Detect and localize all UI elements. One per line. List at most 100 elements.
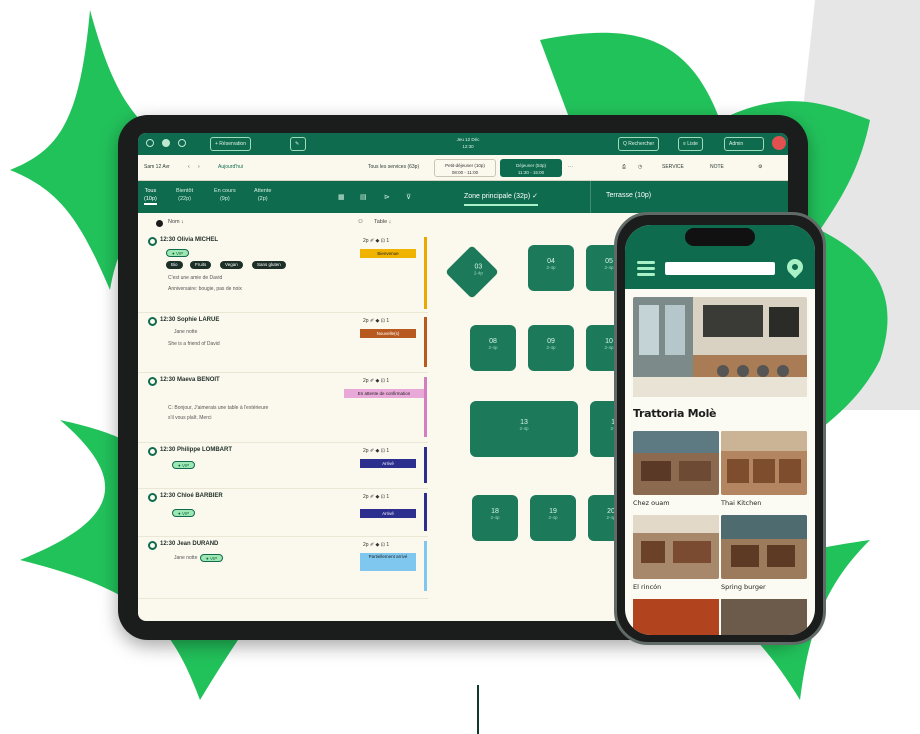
service-button[interactable]: SERVICE <box>662 164 684 170</box>
clock-icon <box>148 377 157 386</box>
tab-ongoing-label: En cours <box>214 188 236 194</box>
new-reservation-button[interactable]: + Réservation <box>210 137 251 151</box>
restaurant-hero-photo[interactable] <box>633 297 807 397</box>
date-selector[interactable]: Sam 12 Avr <box>144 164 170 170</box>
back-icon[interactable] <box>146 139 154 147</box>
reservation-covers: 2p ✐ ◆ ⊡ 1 <box>363 542 390 548</box>
restaurant-card-name[interactable]: Spring burger <box>721 583 766 591</box>
table-capacity: 2-4p <box>548 515 558 520</box>
tag-pill: Bio <box>166 261 183 269</box>
current-datetime: Jeu 12 Déc 12:30 <box>438 136 498 150</box>
reservation-covers: 2p ✐ ◆ ⊡ 1 <box>363 318 390 324</box>
settings-icon[interactable] <box>178 139 186 147</box>
status-badge[interactable]: Arrivé <box>360 509 416 518</box>
list-header: Nom ↓ ⚇ Table ↓ <box>138 213 428 233</box>
vip-pill: ● VIP <box>200 554 224 562</box>
location-pin-icon[interactable] <box>783 255 807 279</box>
reservation-time-name: 12:30 Philippe LOMBART <box>160 447 233 453</box>
user-menu[interactable]: Admin <box>724 137 764 151</box>
table-number: 19 <box>549 508 557 515</box>
home-icon[interactable] <box>162 139 170 147</box>
table-19[interactable]: 19 2-4p <box>530 495 576 541</box>
status-badge[interactable]: Bienvenue <box>360 249 416 258</box>
table-18[interactable]: 18 2-4p <box>472 495 518 541</box>
table-08[interactable]: 08 2-4p <box>470 325 516 371</box>
status-bar <box>424 317 427 367</box>
tab-waiting[interactable]: Attente (2p) <box>254 187 271 203</box>
table-03[interactable]: 03 2-4p <box>445 245 499 299</box>
next-day-icon[interactable]: › <box>198 164 200 170</box>
service-lunch-label: Déjeuner (53p) <box>515 163 547 168</box>
restaurant-card-photo[interactable] <box>633 515 719 579</box>
restaurant-card-photo[interactable] <box>721 599 807 635</box>
search-input[interactable] <box>665 262 775 275</box>
restaurant-card-photo[interactable] <box>721 431 807 495</box>
filter-icon[interactable]: ⊽ <box>406 193 411 201</box>
edit-icon[interactable]: ✎ <box>290 137 306 151</box>
sort-name[interactable]: Nom ↓ <box>168 219 184 225</box>
filter-tabs: Tous (10p) Bientôt (22p) En cours (9p) Atte… <box>138 181 788 213</box>
reservation-row[interactable]: 12:30 Sophie LARUE 2p ✐ ◆ ⊡ 1 Nouvelle(s… <box>138 315 428 373</box>
waitlist-icon[interactable]: ⊳ <box>384 193 390 201</box>
table-capacity: 2-4p <box>546 345 556 350</box>
reservation-row[interactable]: 12:30 Maeva BENOIT 2p ✐ ◆ ⊡ 1 En attente… <box>138 375 428 443</box>
table-09[interactable]: 09 2-4p <box>528 325 574 371</box>
tab-soon-label: Bientôt <box>176 188 194 194</box>
service-toolbar: Sam 12 Avr ‹ › Aujourd'hui Tous les serv… <box>138 155 788 181</box>
sort-table[interactable]: Table ↓ <box>374 219 391 225</box>
restaurant-card-photo[interactable] <box>633 431 719 495</box>
status-bar <box>424 237 427 309</box>
tab-waiting-label: Attente <box>254 188 272 194</box>
vip-pill: ● VIP <box>172 509 196 517</box>
reservation-note: Anniversaire: bougie, pas de noix <box>168 286 242 292</box>
list-button[interactable]: ≡ Liste <box>678 137 703 151</box>
zone-main-tab[interactable]: Zone principale (32p) ✓ <box>464 192 538 206</box>
grid-view-icon[interactable]: ▦ <box>338 193 345 201</box>
zone-terrace-tab[interactable]: Terrasse (10p) <box>606 192 651 199</box>
table-capacity: 2-4p <box>488 345 498 350</box>
today-link[interactable]: Aujourd'hui <box>218 164 243 170</box>
restaurant-title: Trattoria Molè <box>633 407 717 420</box>
service-breakfast[interactable]: Petit-déjeuner (10p) 08:00 - 11:00 <box>434 159 496 177</box>
tab-ongoing[interactable]: En cours (9p) <box>214 187 236 203</box>
status-dot-icon <box>156 220 163 227</box>
search-button[interactable]: Q Rechercher <box>618 137 660 151</box>
reservation-covers: 2p ✐ ◆ ⊡ 1 <box>363 378 390 384</box>
restaurant-card-name[interactable]: Chez ouam <box>633 499 670 507</box>
tag-pill: Sans gluten <box>252 261 286 269</box>
restaurant-card-photo[interactable] <box>633 599 719 635</box>
restaurant-card-name[interactable]: Thai Kitchen <box>721 499 761 507</box>
restaurant-card-photo[interactable] <box>721 515 807 579</box>
reservation-row[interactable]: 12:30 Jean DURAND 2p ✐ ◆ ⊡ 1 Partielleme… <box>138 539 428 599</box>
table-number: 18 <box>491 508 499 515</box>
more-icon[interactable]: ⋯ <box>568 164 573 170</box>
reservation-row[interactable]: 12:30 Chloé BARBIER 2p ✐ ◆ ⊡ 1 Arrivé ● … <box>138 491 428 537</box>
all-services-filter[interactable]: Tous les services (63p) <box>368 164 419 170</box>
clock-icon <box>148 317 157 326</box>
prev-day-icon[interactable]: ‹ <box>188 164 190 170</box>
tab-soon[interactable]: Bientôt (22p) <box>176 187 193 203</box>
status-badge[interactable]: Arrivé <box>360 459 416 468</box>
note-button[interactable]: NOTE <box>710 164 724 170</box>
tab-all[interactable]: Tous (10p) <box>144 187 157 205</box>
calendar-icon[interactable]: ▤ <box>360 193 367 201</box>
status-bar <box>424 493 427 531</box>
table-13[interactable]: 13 2-4p <box>470 401 578 457</box>
reservation-row[interactable]: 12:30 Philippe LOMBART 2p ✐ ◆ ⊡ 1 Arrivé… <box>138 445 428 489</box>
hamburger-menu-icon[interactable] <box>637 261 655 276</box>
status-badge[interactable]: Nouvelle(s) <box>360 329 416 338</box>
service-lunch[interactable]: Déjeuner (53p) 11:30 - 15:00 <box>500 159 562 177</box>
person-icon: ⚇ <box>358 219 363 225</box>
avatar[interactable] <box>772 136 786 150</box>
tab-soon-count: (22p) <box>178 196 191 202</box>
reservation-row[interactable]: 12:30 Olivia MICHEL 2p ✐ ◆ ⊡ 1 Bienvenue… <box>138 235 428 313</box>
status-badge[interactable]: Partiellement arrivé <box>360 553 416 571</box>
gear-icon[interactable]: ⚙ <box>758 164 762 170</box>
restaurant-card-name[interactable]: El rincón <box>633 583 661 591</box>
clock-icon[interactable]: ◷ <box>638 164 642 170</box>
print-icon[interactable]: ⎙ <box>622 164 626 170</box>
table-number: 13 <box>520 419 528 426</box>
status-badge[interactable]: En attente de confirmation <box>344 389 424 398</box>
clock-icon <box>148 447 157 456</box>
table-04[interactable]: 04 2-4p <box>528 245 574 291</box>
